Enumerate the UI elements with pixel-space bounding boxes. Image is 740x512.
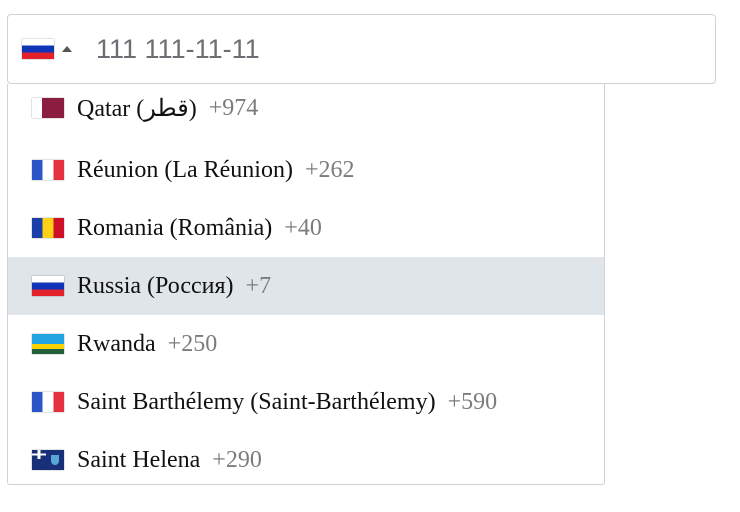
saint-helena-flag-icon <box>32 450 64 470</box>
russia-flag-icon <box>32 276 64 296</box>
dial-code: +250 <box>167 330 218 357</box>
country-name: Qatar (‫قطر‬‎) <box>77 95 197 122</box>
country-option-romania[interactable]: Romania (România) +40 <box>8 199 604 257</box>
france-flag-icon <box>32 160 64 180</box>
country-option-russia[interactable]: Russia (Россия) +7 <box>8 257 604 315</box>
country-name: Rwanda <box>77 330 156 357</box>
dial-code: +7 <box>245 272 272 299</box>
country-option-reunion[interactable]: Réunion (La Réunion) +262 <box>8 141 604 199</box>
caret-up-icon <box>62 46 72 52</box>
country-dropdown-list[interactable]: Qatar (‫قطر‬‎) +974 Réunion (La Réunion)… <box>7 84 605 485</box>
country-name: Saint Helena <box>77 446 201 473</box>
country-name: Russia (Россия) <box>77 272 234 299</box>
dial-code: +262 <box>304 156 355 183</box>
dial-code: +974 <box>208 94 259 121</box>
country-option-saint-helena[interactable]: Saint Helena +290 <box>8 431 604 484</box>
france-flag-icon <box>32 392 64 412</box>
dial-code: +40 <box>284 214 322 241</box>
country-name: Romania (România) <box>77 214 273 241</box>
country-option-saint-barthelemy[interactable]: Saint Barthélemy (Saint-Barthélemy) +590 <box>8 373 604 431</box>
qatar-flag-icon <box>32 98 64 118</box>
country-selector-button[interactable] <box>22 15 90 83</box>
romania-flag-icon <box>32 218 64 238</box>
country-option-rwanda[interactable]: Rwanda +250 <box>8 315 604 373</box>
rwanda-flag-icon <box>32 334 64 354</box>
dial-code: +290 <box>212 446 262 473</box>
phone-input-container <box>7 14 716 84</box>
country-option-qatar[interactable]: Qatar (‫قطر‬‎) +974 <box>8 84 604 137</box>
phone-number-input[interactable] <box>96 15 696 83</box>
country-name: Saint Barthélemy (Saint-Barthélemy) <box>77 388 436 415</box>
russia-flag-icon <box>22 39 54 59</box>
dial-code: +590 <box>447 388 498 415</box>
country-name: Réunion (La Réunion) <box>77 156 293 183</box>
